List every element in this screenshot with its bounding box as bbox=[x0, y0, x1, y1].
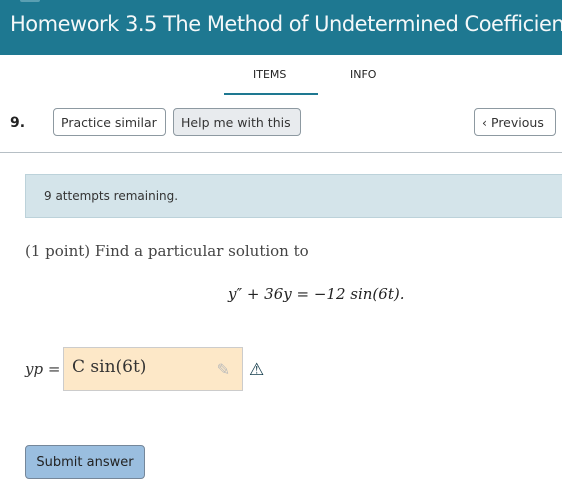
tab-info[interactable]: INFO bbox=[350, 68, 376, 81]
previous-label: Previous bbox=[491, 114, 544, 130]
page-title: Homework 3.5 The Method of Undetermined … bbox=[10, 12, 562, 36]
divider bbox=[0, 152, 562, 153]
question-number: 9. bbox=[10, 115, 26, 131]
practice-similar-button[interactable]: Practice similar bbox=[53, 108, 166, 136]
problem-text: (1 point) Find a particular solution to bbox=[25, 242, 309, 260]
answer-label: yp = bbox=[25, 360, 61, 378]
active-tab-indicator bbox=[224, 93, 318, 95]
equation: y″ + 36y = −12 sin(6t). bbox=[228, 285, 405, 303]
warning-icon: ⚠ bbox=[249, 360, 265, 380]
answer-value: C sin(6t) bbox=[72, 357, 147, 377]
header-stub bbox=[20, 0, 40, 2]
pencil-icon[interactable]: ✎ bbox=[217, 360, 230, 379]
answer-input[interactable]: C sin(6t) ✎ bbox=[63, 347, 243, 391]
attempts-alert: 9 attempts remaining. bbox=[25, 174, 562, 218]
page-header: Homework 3.5 The Method of Undetermined … bbox=[0, 0, 562, 55]
previous-button[interactable]: ‹ Previous bbox=[474, 108, 556, 136]
submit-button[interactable]: Submit answer bbox=[25, 445, 145, 479]
chevron-left-icon: ‹ bbox=[482, 114, 487, 130]
tab-items[interactable]: ITEMS bbox=[253, 68, 286, 81]
help-button[interactable]: Help me with this bbox=[173, 108, 301, 136]
